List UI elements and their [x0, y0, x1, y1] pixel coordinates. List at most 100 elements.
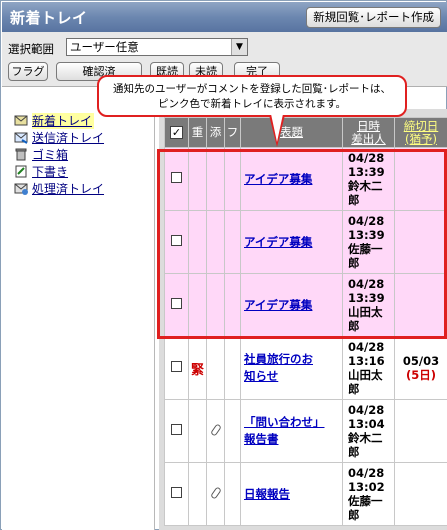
deadline-cell: 05/03 (5日): [394, 336, 447, 400]
attachment-header[interactable]: 添: [206, 117, 225, 148]
message-list-pane: ✓ 重 添 フ 表題 日時 差出人 締切日 (猶予) アイデア募集 04/28 …: [159, 109, 447, 530]
paperclip-icon: [209, 422, 222, 437]
row-checkbox[interactable]: [171, 298, 182, 309]
subject-link[interactable]: 「問い合わせ」 報告書: [240, 399, 343, 463]
subject-link[interactable]: アイデア募集: [240, 147, 343, 211]
deadline-cell: [394, 147, 447, 211]
important-cell: 緊: [188, 336, 207, 400]
folder-pane: 新着トレイ 送信済トレイ ゴミ箱 下書き 処理済トレイ: [2, 109, 155, 530]
sender-text: 山田太: [348, 305, 383, 319]
flag-button[interactable]: フラグ: [8, 62, 48, 81]
app-window: 新着トレイ 新規回覧･レポート作成 選択範囲 ユーザー任意 ▼ フラグ 確認済 …: [0, 0, 447, 530]
subject-header[interactable]: 表題: [240, 117, 343, 148]
subject-link[interactable]: アイデア募集: [240, 210, 343, 274]
select-all-header[interactable]: ✓: [164, 117, 189, 148]
important-header[interactable]: 重: [188, 117, 207, 148]
subject-link[interactable]: アイデア募集: [240, 273, 343, 337]
row-checkbox[interactable]: [171, 235, 182, 246]
flag-header[interactable]: フ: [224, 117, 241, 148]
trash-icon: [15, 148, 27, 161]
table-row[interactable]: 日報報告 04/28 13:02 佐藤一 郎: [164, 462, 447, 526]
check-all-checkbox[interactable]: ✓: [170, 126, 183, 139]
datetime-sender-cell: 04/28 13:02 佐藤一 郎: [342, 462, 395, 526]
sent-tray-icon: [14, 132, 28, 144]
new-circular-report-button[interactable]: 新規回覧･レポート作成: [306, 7, 441, 28]
subject-text: 社員旅行のお: [244, 352, 313, 366]
folder-item-processed[interactable]: 処理済トレイ: [6, 181, 156, 199]
important-cell: [188, 399, 207, 463]
datetime-sender-cell: 04/28 13:04 鈴木二 郎: [342, 399, 395, 463]
subject-text-cont: 知らせ: [244, 369, 279, 383]
deadline-grace: (5日): [405, 368, 436, 382]
deadline-cell: [394, 462, 447, 526]
sender-text-cont: 郎: [348, 382, 360, 396]
sender-text-cont: 郎: [348, 445, 360, 459]
deadline-cell: [394, 273, 447, 337]
flag-cell: [224, 147, 241, 211]
folder-item-sent[interactable]: 送信済トレイ: [6, 130, 156, 148]
folder-label: 下書き: [32, 165, 69, 179]
sender-header-label: 差出人: [351, 131, 386, 146]
sender-text-cont: 郎: [348, 193, 360, 207]
row-checkbox[interactable]: [171, 361, 182, 372]
attachment-cell: [206, 336, 225, 400]
folder-item-trash[interactable]: ゴミ箱: [6, 147, 156, 165]
time-text: 13:02: [348, 480, 385, 494]
table-row[interactable]: 「問い合わせ」 報告書 04/28 13:04 鈴木二 郎: [164, 399, 447, 463]
folder-item-drafts[interactable]: 下書き: [6, 164, 156, 182]
folder-label: ゴミ箱: [32, 148, 69, 162]
important-cell: [188, 462, 207, 526]
attachment-cell: [206, 462, 225, 526]
grace-header-label: (猶予): [405, 131, 437, 146]
datetime-sender-cell: 04/28 13:39 鈴木二 郎: [342, 147, 395, 211]
deadline-header[interactable]: 締切日 (猶予): [394, 117, 447, 148]
callout-line-2: ピンク色で新着トレイに表示されます。: [158, 98, 346, 110]
sender-text: 佐藤一: [348, 494, 383, 508]
date-text: 04/28: [348, 340, 385, 354]
paperclip-icon: [209, 485, 222, 500]
datetime-sender-cell: 04/28 13:16 山田太 郎: [342, 336, 395, 400]
time-text: 13:04: [348, 417, 385, 431]
flag-cell: [224, 399, 241, 463]
inbox-tray-icon: [14, 115, 28, 126]
row-checkbox[interactable]: [171, 424, 182, 435]
date-text: 04/28: [348, 403, 385, 417]
date-text: 04/28: [348, 151, 385, 165]
subject-link[interactable]: 日報報告: [240, 462, 343, 526]
flag-cell: [224, 336, 241, 400]
deadline-cell: [394, 210, 447, 274]
datetime-sender-cell: 04/28 13:39 山田太 郎: [342, 273, 395, 337]
time-text: 13:16: [348, 354, 385, 368]
attachment-cell: [206, 399, 225, 463]
scope-select[interactable]: ユーザー任意 ▼: [66, 38, 248, 56]
callout-line-1: 通知先のユーザーがコメントを登録した回覧･レポートは、: [112, 83, 392, 95]
date-text: 04/28: [348, 214, 385, 228]
sender-text: 鈴木二: [348, 179, 383, 193]
subject-text: 「問い合わせ」: [244, 415, 325, 429]
urgent-mark-icon: 緊: [190, 362, 204, 378]
important-cell: [188, 210, 207, 274]
time-text: 13:39: [348, 291, 385, 305]
folder-label: 送信済トレイ: [32, 131, 105, 145]
table-row[interactable]: アイデア募集 04/28 13:39 佐藤一 郎: [164, 210, 447, 274]
datetime-header-label: 日時: [357, 118, 380, 133]
attachment-cell: [206, 147, 225, 211]
message-table: ✓ 重 添 フ 表題 日時 差出人 締切日 (猶予) アイデア募集 04/28 …: [164, 117, 447, 526]
row-checkbox[interactable]: [171, 172, 182, 183]
table-row[interactable]: 緊 社員旅行のお 知らせ 04/28 13:16 山田太 郎 05/03 (5日…: [164, 336, 447, 400]
scope-select-value: ユーザー任意: [70, 40, 139, 54]
deadline-cell: [394, 399, 447, 463]
draft-icon: [15, 165, 27, 178]
subject-text-cont: 報告書: [244, 432, 279, 446]
important-cell: [188, 273, 207, 337]
subject-link[interactable]: 社員旅行のお 知らせ: [240, 336, 343, 400]
chevron-down-icon[interactable]: ▼: [231, 39, 247, 55]
datetime-sender-header[interactable]: 日時 差出人: [342, 117, 395, 148]
callout-balloon: 通知先のユーザーがコメントを登録した回覧･レポートは、 ピンク色で新着トレイに表…: [97, 75, 407, 117]
table-row[interactable]: アイデア募集 04/28 13:39 山田太 郎: [164, 273, 447, 337]
table-row[interactable]: アイデア募集 04/28 13:39 鈴木二 郎: [164, 147, 447, 211]
date-text: 04/28: [348, 466, 385, 480]
folder-label: 新着トレイ: [32, 113, 95, 129]
sender-text-cont: 郎: [348, 319, 360, 333]
row-checkbox[interactable]: [171, 487, 182, 498]
